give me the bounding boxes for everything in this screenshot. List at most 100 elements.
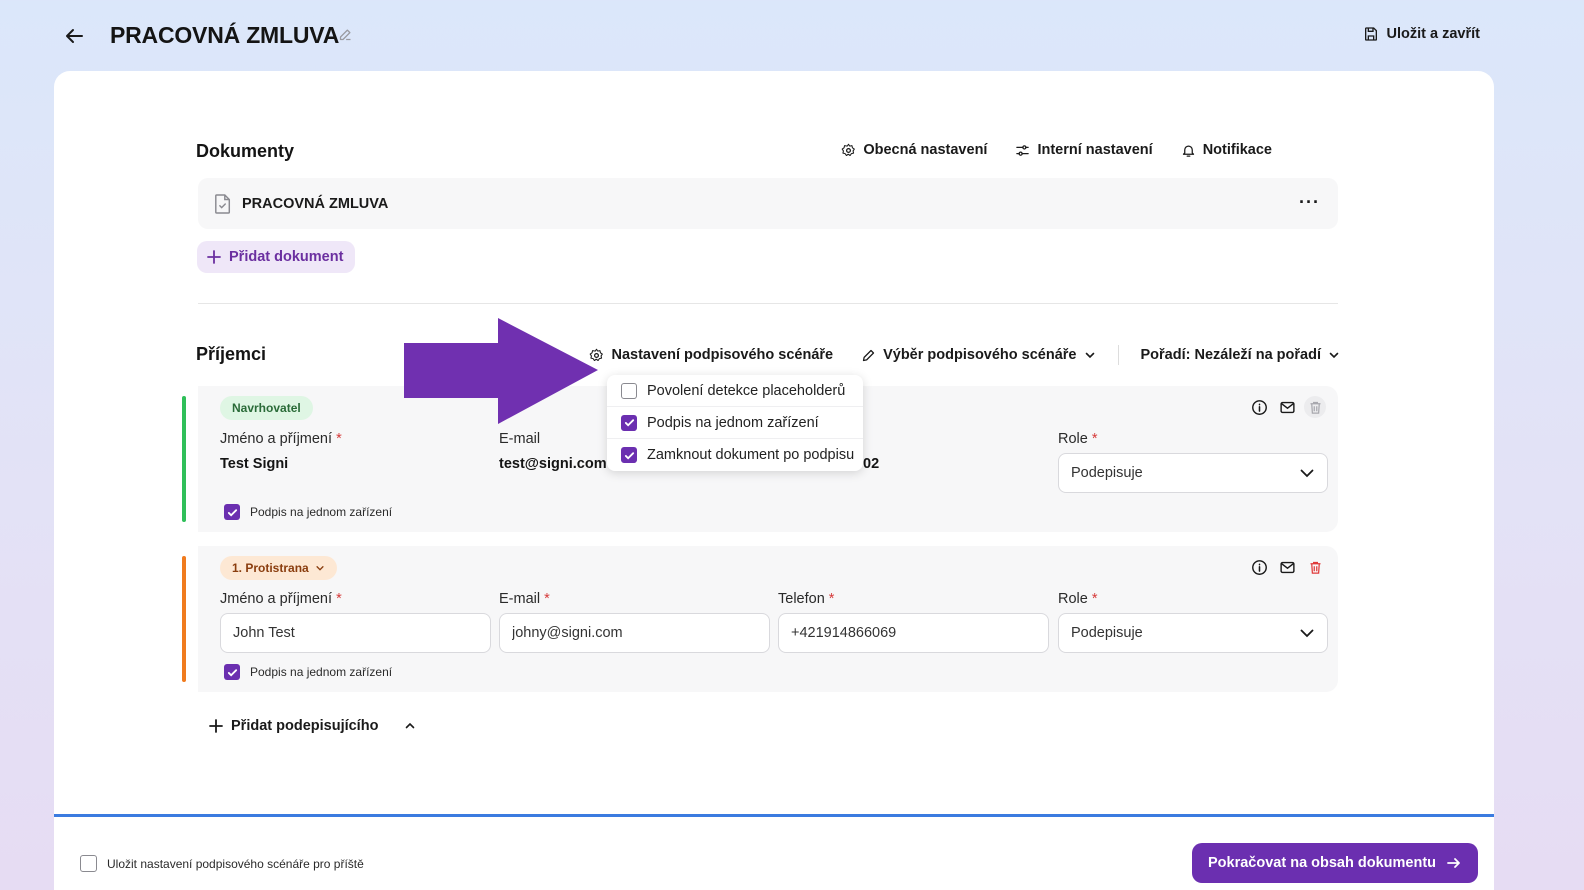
page-title: PRACOVNÁ ZMLUVA [110, 22, 340, 48]
order-label: Pořadí: Nezáleží na pořadí [1140, 347, 1322, 363]
notifications-label: Notifikace [1202, 142, 1272, 158]
add-signer-label: Přidat podepisujícího [231, 718, 379, 734]
single-device-checkbox-row: Podpis na jednom zařízení [224, 504, 392, 520]
chevron-down-icon [1084, 349, 1096, 361]
name-value: Test Signi [220, 456, 289, 472]
save-settings-label: Uložit nastavení podpisového scénáře pro… [107, 856, 364, 871]
documents-actions: Obecná nastavení Interní nastavení Notif… [841, 142, 1272, 158]
mail-icon[interactable] [1276, 396, 1298, 418]
add-signer-button[interactable]: Přidat podepisujícího [209, 718, 416, 734]
arrow-right-icon [1446, 855, 1462, 871]
name-input[interactable] [220, 613, 491, 653]
trash-icon [1304, 396, 1326, 418]
save-and-close-button[interactable]: Uložit a zavřít [1363, 26, 1480, 42]
chevron-down-icon [1299, 625, 1315, 641]
back-arrow-icon[interactable] [62, 24, 86, 48]
documents-title: Dokumenty [196, 141, 295, 161]
more-options-icon[interactable]: ··· [1299, 192, 1320, 213]
counterparty-badge[interactable]: 1. Protistrana [220, 556, 337, 580]
name-label: Jméno a příjmení * [220, 431, 342, 447]
chevron-down-icon [1328, 349, 1340, 361]
document-file-icon [214, 193, 232, 214]
placeholder-detection-checkbox[interactable] [621, 382, 637, 399]
scenario-settings-dropdown: Povolení detekce placeholderů Podpis na … [607, 375, 863, 471]
single-device-label: Podpis na jednom zařízení [250, 505, 393, 519]
trash-icon[interactable] [1304, 556, 1326, 578]
scenario-select-button[interactable]: Výběr podpisového scénáře [861, 347, 1095, 363]
save-icon [1363, 26, 1379, 42]
lock-document-checkbox[interactable] [621, 447, 637, 463]
phone-label: Telefon * [778, 591, 835, 607]
dropdown-item-single-device[interactable]: Podpis na jednom zařízení [607, 407, 863, 439]
email-label: E-mail [499, 431, 541, 447]
info-icon[interactable] [1248, 396, 1270, 418]
scenario-select-label: Výběr podpisového scénáře [883, 347, 1077, 363]
bell-icon [1181, 143, 1196, 158]
annotation-arrow-icon [404, 318, 600, 426]
role-select-value: Podepisuje [1071, 465, 1143, 481]
internal-settings-label: Interní nastavení [1037, 142, 1153, 158]
dropdown-item-label: Zamknout dokument po podpisu [647, 447, 855, 463]
phone-input[interactable] [778, 613, 1049, 653]
plus-icon [207, 250, 221, 264]
chevron-up-icon[interactable] [404, 720, 416, 732]
main-card: Dokumenty Obecná nastavení Interní nasta… [54, 71, 1494, 890]
scenario-settings-button[interactable]: Nastavení podpisového scénáře [589, 347, 833, 363]
info-icon[interactable] [1248, 556, 1270, 578]
continue-button[interactable]: Pokračovat na obsah dokumentu [1192, 843, 1479, 883]
document-row[interactable]: PRACOVNÁ ZMLUVA ··· [198, 178, 1338, 229]
save-settings-checkbox[interactable] [80, 855, 97, 872]
dropdown-item-lock-document[interactable]: Zamknout dokument po podpisu [607, 439, 863, 471]
chevron-down-icon [315, 563, 325, 573]
chevron-down-icon [1299, 465, 1315, 481]
notifications-button[interactable]: Notifikace [1181, 142, 1272, 158]
dropdown-item-label: Podpis na jednom zařízení [647, 414, 819, 431]
mail-icon[interactable] [1276, 556, 1298, 578]
role-select[interactable]: Podepisuje [1058, 453, 1328, 493]
email-label: E-mail * [499, 591, 550, 607]
add-document-button[interactable]: Přidat dokument [197, 241, 356, 273]
role-select[interactable]: Podepisuje [1058, 613, 1328, 653]
role-select-value: Podepisuje [1071, 625, 1143, 641]
section-divider [198, 303, 1338, 304]
role-label: Role * [1058, 591, 1098, 607]
plus-icon [209, 719, 223, 733]
email-input[interactable] [499, 613, 770, 653]
top-bar: PRACOVNÁ ZMLUVA Uložit a zavřít [0, 0, 1584, 70]
counterparty-badge-label: 1. Protistrana [232, 561, 309, 575]
document-name: PRACOVNÁ ZMLUVA [242, 195, 389, 212]
general-settings-label: Obecná nastavení [863, 142, 988, 158]
counterparty-color-bar [182, 556, 186, 682]
internal-settings-button[interactable]: Interní nastavení [1015, 142, 1153, 158]
proposer-badge: Navrhovatel [220, 396, 313, 420]
role-label: Role * [1058, 431, 1098, 447]
add-document-label: Přidat dokument [229, 249, 344, 265]
scenario-settings-label: Nastavení podpisového scénáře [611, 347, 834, 363]
single-device-checkbox[interactable] [224, 664, 240, 680]
recipient-card-counterparty: 1. Protistrana Jméno a příjmení * E-mail… [182, 546, 1338, 692]
proposer-color-bar [182, 396, 186, 522]
order-select-button[interactable]: Pořadí: Nezáleží na pořadí [1141, 347, 1341, 363]
save-and-close-label: Uložit a zavřít [1386, 26, 1480, 42]
dropdown-item-label: Povolení detekce placeholderů [647, 382, 846, 399]
single-device-label: Podpis na jednom zařízení [250, 665, 393, 679]
phone-value-partial: 02 [863, 456, 880, 472]
footer-bar: Uložit nastavení podpisového scénáře pro… [54, 814, 1494, 890]
name-label: Jméno a příjmení * [220, 591, 342, 607]
save-settings-checkbox-row: Uložit nastavení podpisového scénáře pro… [80, 855, 364, 872]
continue-label: Pokračovat na obsah dokumentu [1208, 855, 1437, 871]
single-device-dropdown-checkbox[interactable] [621, 414, 637, 431]
recipient-actions [1248, 556, 1326, 578]
single-device-checkbox[interactable] [224, 504, 240, 520]
email-value: test@signi.com [499, 456, 607, 472]
recipients-title: Příjemci [196, 344, 267, 364]
pencil-icon [861, 348, 876, 363]
recipients-actions: Nastavení podpisového scénáře Výběr podp… [589, 345, 1340, 365]
single-device-checkbox-row: Podpis na jednom zařízení [224, 664, 392, 680]
sliders-icon [1015, 143, 1030, 158]
gear-icon [841, 143, 856, 158]
edit-title-icon[interactable] [338, 27, 353, 42]
dropdown-item-placeholder-detection[interactable]: Povolení detekce placeholderů [607, 375, 863, 407]
general-settings-button[interactable]: Obecná nastavení [841, 142, 987, 158]
actions-separator [1117, 345, 1119, 365]
